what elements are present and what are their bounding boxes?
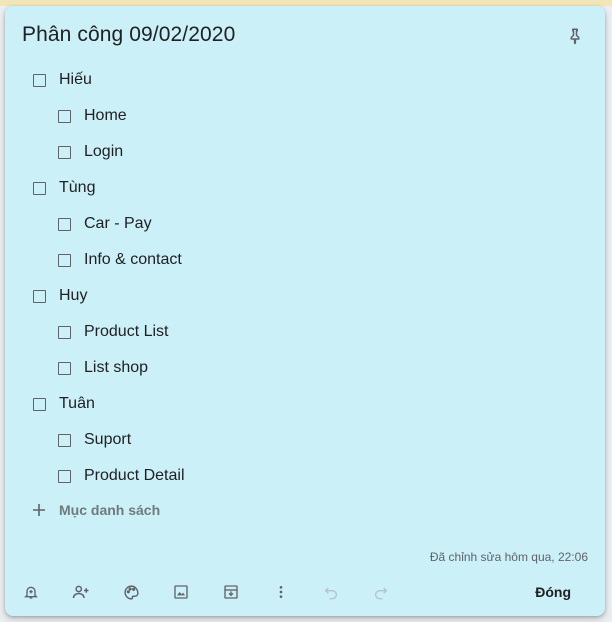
note-toolbar: Đóng xyxy=(5,580,605,604)
checklist-item[interactable]: Product Detail xyxy=(58,458,185,494)
checklist-item-label[interactable]: Car - Pay xyxy=(84,215,152,233)
checklist-item[interactable]: Huy xyxy=(33,278,87,314)
checkbox[interactable] xyxy=(58,253,71,267)
checkbox[interactable] xyxy=(33,73,46,87)
checklist-item-label[interactable]: Info & contact xyxy=(84,251,182,269)
checklist-item[interactable]: Suport xyxy=(58,422,131,458)
note-title[interactable]: Phân công 09/02/2020 xyxy=(22,23,235,47)
checklist-item[interactable]: List shop xyxy=(58,350,148,386)
checklist-item[interactable]: Tuân xyxy=(33,386,95,422)
checklist-item[interactable]: Login xyxy=(58,134,123,170)
plus-icon xyxy=(31,502,47,518)
checklist-item-label[interactable]: Suport xyxy=(84,431,131,449)
checklist-item-label[interactable]: Tuân xyxy=(59,395,95,413)
checklist-item[interactable]: Home xyxy=(58,98,127,134)
add-collaborator-icon[interactable] xyxy=(69,580,93,604)
note-dialog: Phân công 09/02/2020 Hiếu Home Login Tùng Ca… xyxy=(5,6,605,616)
checklist-item-label[interactable]: Tùng xyxy=(59,179,95,197)
checklist-item-label[interactable]: Huy xyxy=(59,287,87,305)
checkbox[interactable] xyxy=(58,433,71,447)
checkbox[interactable] xyxy=(58,145,71,159)
checklist-item[interactable]: Tùng xyxy=(33,170,95,206)
more-vert-icon[interactable] xyxy=(269,580,293,604)
image-icon[interactable] xyxy=(169,580,193,604)
pin-icon[interactable] xyxy=(562,23,588,49)
checkbox[interactable] xyxy=(58,109,71,123)
checklist-item-label[interactable]: Hiếu xyxy=(59,71,92,89)
checkbox[interactable] xyxy=(58,361,71,375)
close-button[interactable]: Đóng xyxy=(535,580,571,604)
checklist-item[interactable]: Hiếu xyxy=(33,62,92,98)
palette-icon[interactable] xyxy=(119,580,143,604)
checklist-item-label[interactable]: Login xyxy=(84,143,123,161)
checklist-item[interactable]: Product List xyxy=(58,314,168,350)
undo-icon[interactable] xyxy=(319,580,343,604)
checklist-item[interactable]: Car - Pay xyxy=(58,206,152,242)
checklist-item-label[interactable]: Product List xyxy=(84,323,168,341)
checklist-item-label[interactable]: List shop xyxy=(84,359,148,377)
checklist-item-label[interactable]: Home xyxy=(84,107,127,125)
bell-plus-icon[interactable] xyxy=(19,580,43,604)
edited-timestamp: Đã chỉnh sửa hôm qua, 22:06 xyxy=(429,550,588,564)
add-list-item-label: Mục danh sách xyxy=(59,502,161,518)
add-list-item[interactable]: Mục danh sách xyxy=(31,498,160,522)
checkbox[interactable] xyxy=(58,469,71,483)
checkbox[interactable] xyxy=(58,217,71,231)
checkbox[interactable] xyxy=(33,289,46,303)
checkbox[interactable] xyxy=(33,181,46,195)
checkbox[interactable] xyxy=(58,325,71,339)
checkbox[interactable] xyxy=(33,397,46,411)
archive-icon[interactable] xyxy=(219,580,243,604)
checklist-item-label[interactable]: Product Detail xyxy=(84,467,185,485)
checklist-item[interactable]: Info & contact xyxy=(58,242,182,278)
redo-icon[interactable] xyxy=(369,580,393,604)
